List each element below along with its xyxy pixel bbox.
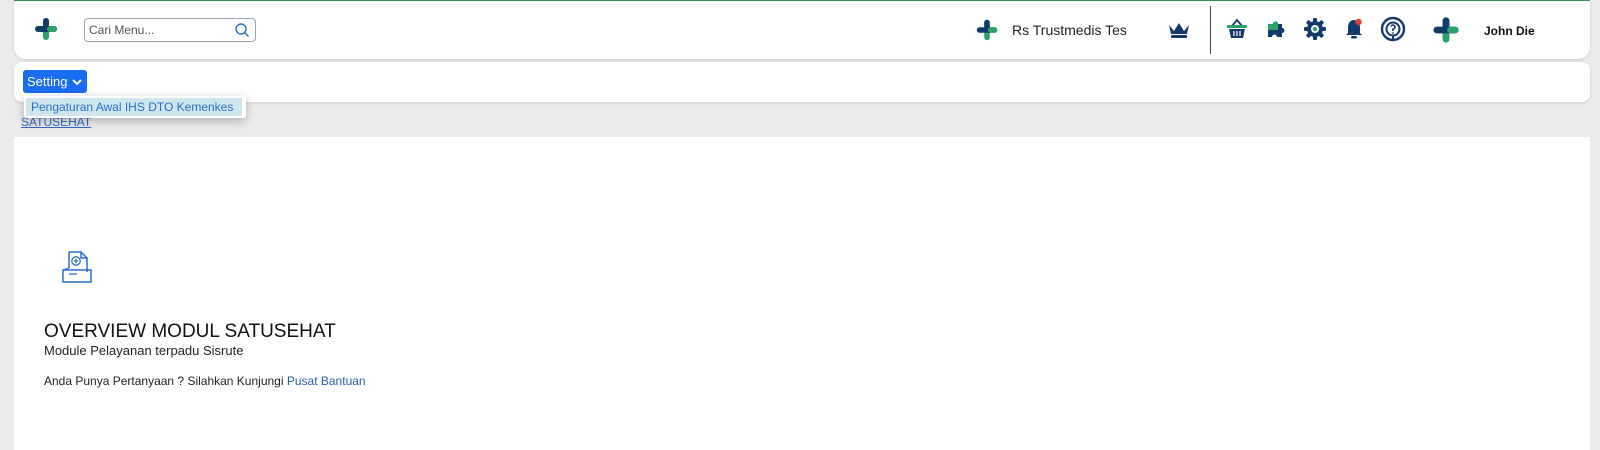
page-subtitle: Module Pelayanan terpadu Sisrute	[44, 343, 244, 358]
shopping-basket-icon	[1227, 18, 1247, 38]
search-icon[interactable]	[234, 22, 250, 38]
search-input[interactable]	[89, 22, 229, 38]
puzzle-icon	[1268, 21, 1285, 37]
settings-gear-icon	[1304, 18, 1326, 40]
plugins-button[interactable]	[1263, 15, 1289, 43]
help-support-icon	[1380, 16, 1406, 42]
help-center-link[interactable]: Pusat Bantuan	[287, 374, 366, 388]
help-text: Anda Punya Pertanyaan ? Silahkan Kunjung…	[44, 374, 366, 388]
help-text-label: Anda Punya Pertanyaan ? Silahkan Kunjung…	[44, 374, 284, 388]
help-support-button[interactable]	[1380, 15, 1406, 43]
username[interactable]: John Die	[1484, 24, 1535, 38]
notifications-button[interactable]	[1341, 15, 1367, 43]
shopping-basket-button[interactable]	[1224, 15, 1250, 43]
main-content	[14, 137, 1590, 450]
medical-document-icon	[62, 251, 92, 283]
settings-button[interactable]	[1302, 15, 1328, 43]
hospital-name: Rs Trustmedis Tes	[1012, 22, 1127, 38]
hospital-selector[interactable]: Rs Trustmedis Tes	[974, 17, 1127, 43]
notification-bell-icon	[1346, 18, 1362, 39]
page-title: OVERVIEW MODUL SATUSEHAT	[44, 321, 336, 342]
trustmedis-logo-icon[interactable]	[32, 15, 60, 43]
setting-label: Setting	[27, 74, 68, 89]
search-menu-box[interactable]	[84, 18, 256, 42]
header-divider	[1210, 6, 1211, 54]
hospital-logo-icon	[976, 19, 998, 41]
setting-dropdown-menu: Pengaturan Awal IHS DTO Kemenkes	[24, 96, 246, 118]
dropdown-item-pengaturan-awal[interactable]: Pengaturan Awal IHS DTO Kemenkes	[26, 98, 242, 116]
menu-bar: Setting	[14, 62, 1590, 102]
top-header: Rs Trustmedis Tes	[14, 1, 1590, 59]
chevron-down-icon	[72, 78, 83, 85]
header-actions	[1224, 15, 1406, 43]
premium-crown-icon[interactable]	[1167, 21, 1191, 39]
avatar[interactable]	[1430, 14, 1462, 46]
setting-dropdown-button[interactable]: Setting	[23, 70, 88, 93]
